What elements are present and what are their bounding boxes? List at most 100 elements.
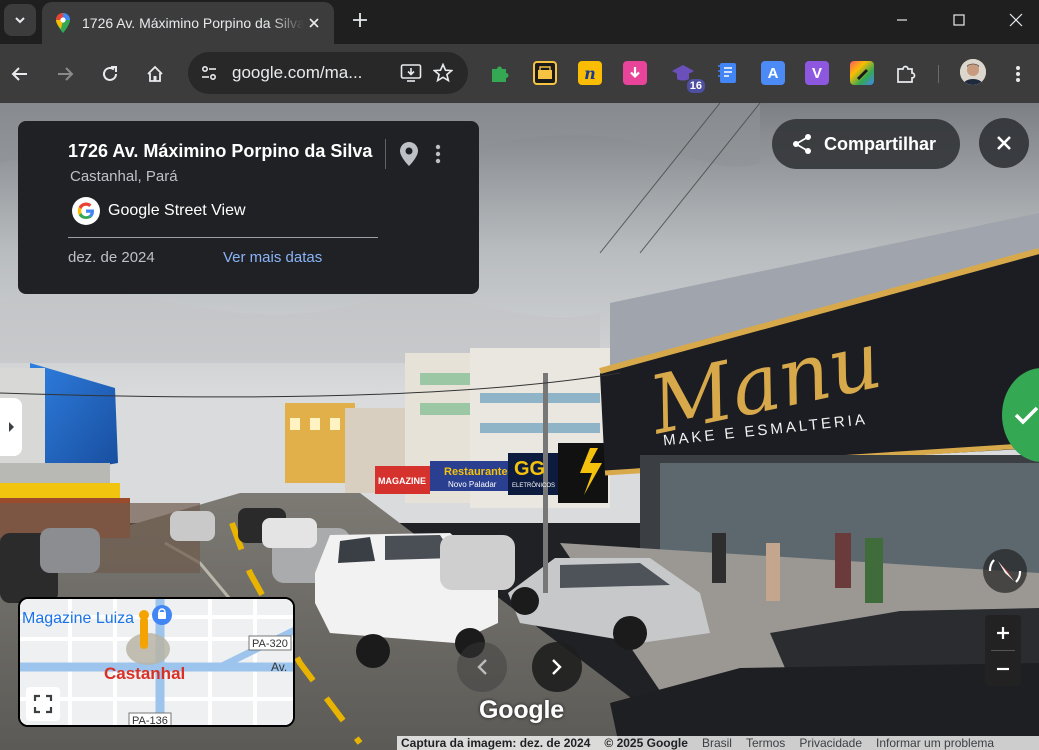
gg-sign-text: GG [514, 458, 545, 480]
google-g-icon [72, 197, 100, 225]
pencil-icon [857, 69, 868, 80]
compass-icon [983, 549, 1027, 593]
extension-a[interactable]: A [761, 61, 785, 85]
minus-icon [997, 667, 1009, 670]
minimap-image: Magazine Luiza Castanhal PA-320 PA-136 A… [20, 599, 293, 725]
extension-grad-cap[interactable]: 16 [671, 61, 705, 93]
plus-icon [353, 13, 367, 27]
maximize-button[interactable] [939, 4, 979, 36]
close-icon [309, 18, 319, 28]
reload-button[interactable] [94, 58, 126, 90]
minimize-icon [897, 19, 907, 21]
card-divider [385, 139, 386, 169]
terms-link[interactable]: Termos [746, 736, 785, 750]
arrow-right-icon [58, 67, 74, 81]
minimap[interactable]: Magazine Luiza Castanhal PA-320 PA-136 A… [18, 597, 295, 727]
extension-color[interactable] [850, 61, 874, 85]
restaurant-sign-text: Restaurante [444, 466, 508, 478]
extensions-menu-button[interactable] [894, 61, 918, 85]
maximize-icon [953, 14, 965, 26]
site-settings-icon [201, 65, 217, 81]
extension-puzzle-green[interactable] [488, 61, 512, 85]
show-on-map-button[interactable] [398, 141, 420, 167]
compass-button[interactable] [982, 548, 1028, 594]
profile-avatar[interactable] [960, 59, 986, 85]
fullscreen-icon [33, 694, 53, 714]
arrow-left-icon [11, 67, 27, 81]
close-street-view-button[interactable] [979, 118, 1029, 168]
avatar-icon [960, 59, 986, 85]
expand-map-button[interactable] [26, 687, 60, 721]
chevron-right-icon [9, 422, 14, 432]
home-icon [147, 65, 163, 82]
more-vert-icon [1016, 66, 1020, 82]
puzzle-outline-icon [897, 65, 916, 83]
share-button[interactable]: Compartilhar [772, 119, 960, 169]
chevron-left-icon [477, 659, 487, 675]
minimize-button[interactable] [882, 4, 922, 36]
new-tab-button[interactable] [346, 6, 374, 34]
v-letter-icon: V [811, 64, 822, 82]
download-icon [630, 67, 640, 79]
extension-doc[interactable] [716, 61, 740, 85]
street-view-source: Google Street View [72, 197, 246, 225]
privacy-link[interactable]: Privacidade [799, 736, 862, 750]
toolbar-separator [938, 65, 939, 83]
capture-date: dez. de 2024 [68, 249, 155, 266]
google-watermark: Google [479, 696, 564, 724]
bookmark-star-button[interactable] [430, 60, 456, 86]
window-close-button[interactable] [996, 4, 1036, 36]
chevron-down-icon [15, 17, 25, 24]
more-dates-link[interactable]: Ver mais datas [223, 249, 322, 266]
browser-toolbar: google.com/ma... n 16 A V [0, 44, 1039, 103]
tab-close-button[interactable] [304, 13, 324, 33]
document-icon [718, 63, 736, 83]
plus-icon [997, 626, 1009, 639]
street-view-label: Google Street View [108, 202, 246, 219]
country-link[interactable]: Brasil [702, 736, 732, 750]
navigate-back-arrow[interactable] [457, 642, 507, 692]
more-vert-icon [435, 144, 441, 164]
tab-search-button[interactable] [4, 4, 36, 36]
install-icon [400, 64, 422, 82]
city-subtitle: Castanhal, Pará [70, 168, 178, 185]
address-bar[interactable]: google.com/ma... [188, 52, 468, 94]
reload-icon [103, 66, 117, 81]
extension-black-yellow[interactable] [533, 61, 557, 85]
zoom-out-button[interactable] [985, 651, 1021, 686]
card-more-button[interactable] [428, 141, 448, 167]
chevron-right-icon [552, 659, 562, 675]
expand-side-panel-button[interactable] [0, 398, 22, 456]
report-problem-link[interactable]: Informar um problema [876, 736, 994, 750]
tab-strip: 1726 Av. Máximino Porpino da Silva [0, 0, 1039, 44]
home-button[interactable] [139, 58, 171, 90]
active-tab[interactable]: 1726 Av. Máximino Porpino da Silva [42, 2, 334, 44]
map-pin-icon [400, 142, 418, 166]
address-title: 1726 Av. Máximino Porpino da Silva [68, 141, 373, 161]
close-icon [1009, 13, 1023, 27]
minimap-city-label: Castanhal [104, 664, 185, 683]
minimap-place-label: Magazine Luiza [22, 610, 134, 627]
extension-download[interactable] [623, 61, 647, 85]
browser-menu-button[interactable] [1002, 58, 1034, 90]
forward-button[interactable] [49, 58, 81, 90]
maps-favicon-icon [56, 13, 70, 33]
zoom-in-button[interactable] [985, 615, 1021, 650]
zoom-control [985, 615, 1021, 686]
attribution-footer: Captura da imagem: dez. de 2024 © 2025 G… [397, 736, 1039, 750]
navigate-forward-arrow[interactable] [532, 642, 582, 692]
install-app-button[interactable] [398, 60, 424, 86]
capture-date-footer: Captura da imagem: dez. de 2024 [401, 736, 591, 750]
restaurant-sub-text: Novo Paladar [448, 480, 497, 489]
extension-v[interactable]: V [805, 61, 829, 85]
card-separator [68, 237, 378, 238]
minimap-road-label-3: Av. [271, 660, 287, 674]
tab-title: 1726 Av. Máximino Porpino da Silva [82, 15, 304, 31]
extension-n[interactable]: n [578, 61, 602, 85]
red-sign-text: MAGAZINE [378, 476, 426, 486]
copyright-footer: © 2025 Google [604, 736, 688, 750]
close-icon [997, 136, 1011, 150]
share-icon [793, 134, 811, 154]
back-button[interactable] [4, 58, 36, 90]
box-icon [538, 66, 552, 79]
